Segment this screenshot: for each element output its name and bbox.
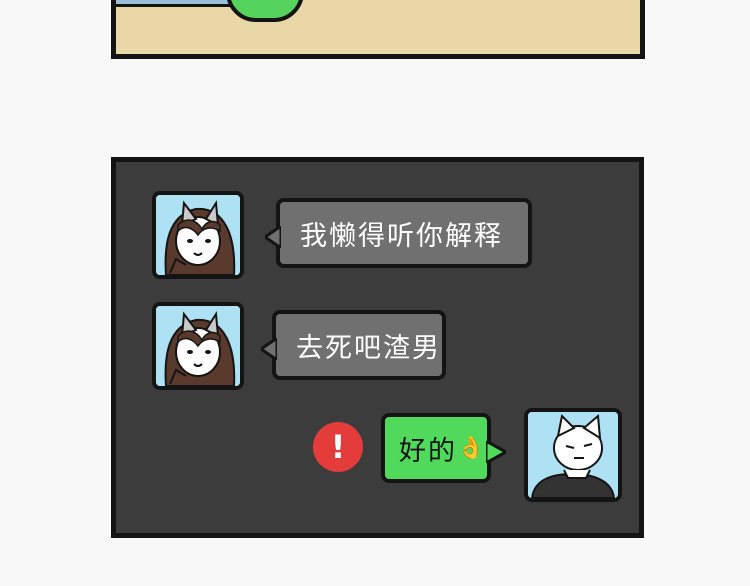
cat-girl-avatar[interactable] (152, 191, 244, 279)
previous-comic-panel (111, 0, 645, 59)
message-text: 去死吧渣男 (296, 332, 441, 364)
chat-panel: 我懒得听你解释 去死吧渣男 ! 好的 👌 (111, 157, 644, 538)
cat-girl-avatar[interactable] (152, 302, 244, 390)
send-failed-mark: ! (330, 428, 346, 466)
bubble-tail-icon (486, 441, 506, 463)
message-text: 好的 (399, 435, 457, 467)
bubble-tail-icon (265, 226, 281, 248)
panel-green-object (226, 0, 304, 22)
message-text: 我懒得听你解释 (300, 220, 503, 252)
panel-sky-strip (116, 0, 239, 7)
outgoing-bubble[interactable]: 好的 👌 (381, 413, 506, 483)
incoming-bubble[interactable]: 我懒得听你解释 (265, 198, 532, 268)
cat-girl-avatar-icon (156, 195, 240, 275)
incoming-bubble[interactable]: 去死吧渣男 (261, 310, 446, 380)
ok-hand-emoji: 👌 (457, 435, 487, 461)
cat-boy-avatar[interactable] (524, 408, 622, 502)
exclamation-alert-icon[interactable]: ! (313, 422, 363, 472)
cat-boy-avatar-icon (528, 412, 618, 498)
bubble-tail-icon (261, 338, 277, 360)
cat-girl-avatar-icon (156, 306, 240, 386)
